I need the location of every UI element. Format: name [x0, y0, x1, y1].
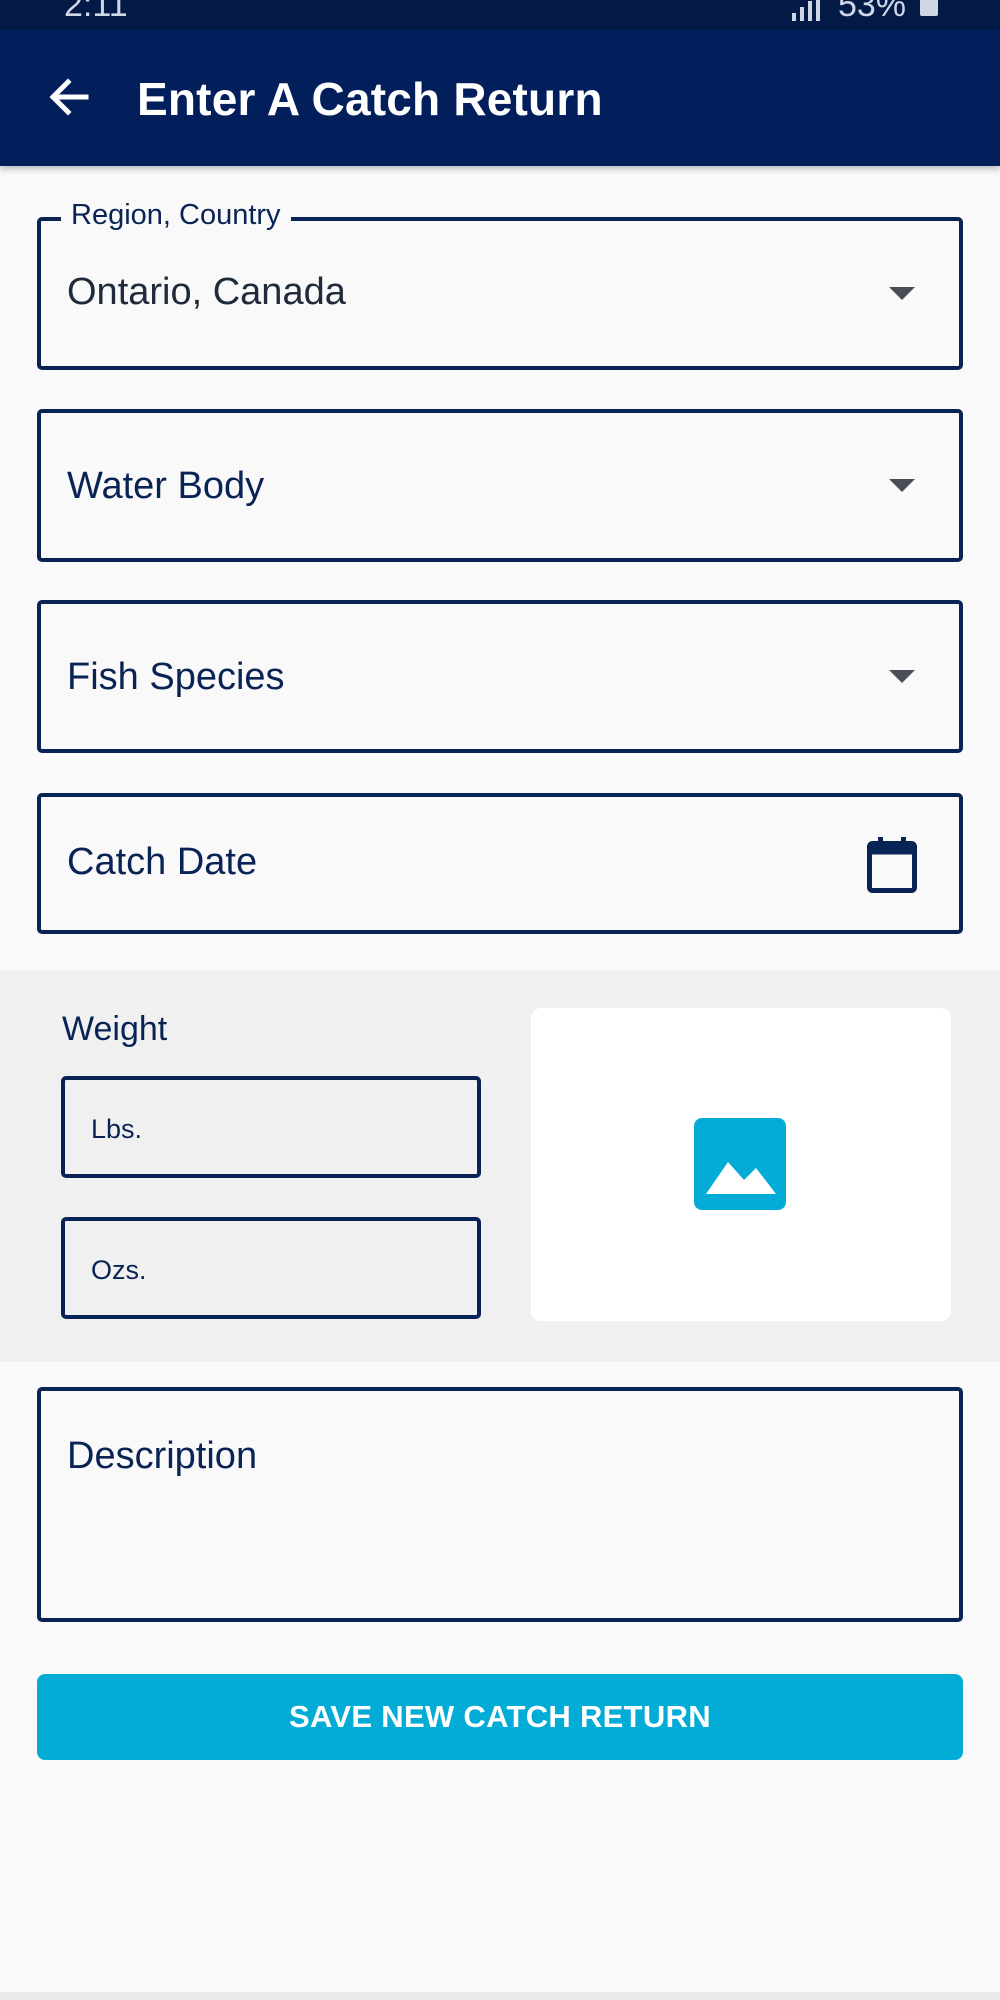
region-country-select[interactable]: Region, Country Ontario, Canada [37, 199, 963, 370]
calendar-icon[interactable] [867, 837, 917, 893]
water-body-placeholder: Water Body [67, 465, 265, 507]
region-country-label: Region, Country [61, 199, 291, 232]
weight-lbs-input[interactable]: Lbs. [61, 1076, 481, 1178]
weight-ozs-input[interactable]: Ozs. [61, 1217, 481, 1319]
chevron-down-icon [889, 670, 915, 683]
weight-lbs-placeholder: Lbs. [91, 1114, 143, 1144]
description-textarea[interactable]: Description [37, 1387, 963, 1622]
weight-ozs-placeholder: Ozs. [91, 1255, 147, 1285]
image-icon [694, 1118, 786, 1210]
region-country-value: Ontario, Canada [67, 271, 346, 313]
catch-date-placeholder: Catch Date [67, 841, 258, 883]
status-time: 2:11 [64, 0, 128, 24]
fish-species-select[interactable]: Fish Species [37, 600, 963, 753]
page-title: Enter A Catch Return [137, 73, 603, 125]
status-right: 53% [790, 0, 938, 25]
photo-picker[interactable] [531, 1008, 951, 1321]
chevron-down-icon [889, 287, 915, 300]
battery-percent: 53% [837, 0, 906, 24]
fish-species-placeholder: Fish Species [67, 656, 285, 698]
description-placeholder: Description [67, 1435, 258, 1477]
weight-label: Weight [62, 1010, 168, 1048]
signal-icon [791, 0, 820, 21]
bottom-edge [0, 1992, 1000, 2000]
save-catch-return-button[interactable]: SAVE NEW CATCH RETURN [37, 1674, 963, 1760]
catch-date-field[interactable]: Catch Date [37, 793, 963, 934]
app-bar: Enter A Catch Return [0, 30, 1000, 166]
arrow-left-icon[interactable] [44, 72, 94, 122]
water-body-select[interactable]: Water Body [37, 409, 963, 562]
battery-icon [920, 0, 938, 16]
chevron-down-icon [889, 479, 915, 492]
status-bar: 2:11 53% [0, 0, 1000, 30]
